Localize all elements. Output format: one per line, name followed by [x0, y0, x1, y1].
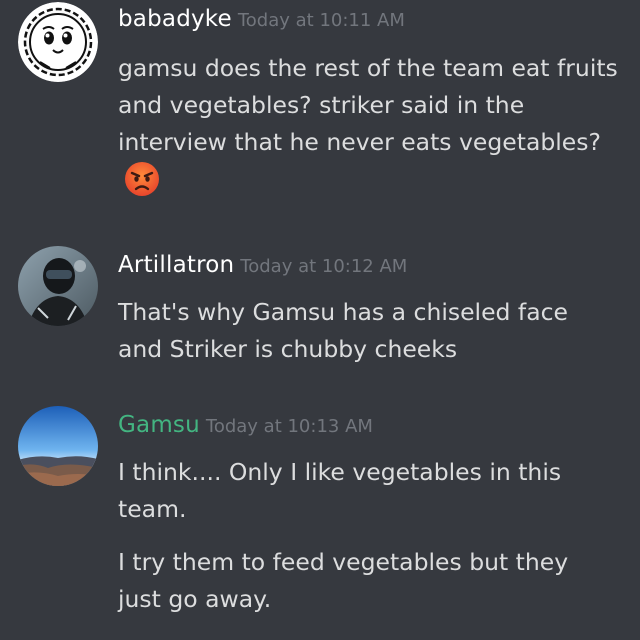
user-avatar[interactable]	[18, 2, 98, 82]
message-text: I try them to feed vegetables but they j…	[118, 544, 618, 618]
username[interactable]: Gamsu	[118, 412, 200, 438]
canyon-landscape-avatar-icon	[18, 406, 98, 486]
message-header: Gamsu Today at 10:13 AM	[118, 412, 373, 438]
message-group: Gamsu Today at 10:13 AM I think.... Only …	[0, 406, 640, 640]
message-text: That's why Gamsu has a chiseled face and…	[118, 294, 618, 368]
message-line: gamsu does the rest of the team eat frui…	[118, 54, 618, 156]
message-text: I think.... Only I like vegetables in th…	[118, 454, 618, 528]
message-text: gamsu does the rest of the team eat frui…	[118, 50, 618, 208]
timestamp: Today at 10:11 AM	[237, 10, 405, 31]
username[interactable]: babadyke	[118, 6, 232, 32]
timestamp: Today at 10:13 AM	[205, 416, 373, 437]
chat-messages: babadyke Today at 10:11 AM gamsu does the…	[0, 0, 640, 640]
message-line: I think.... Only I like vegetables in th…	[118, 458, 562, 523]
timestamp: Today at 10:12 AM	[240, 256, 408, 277]
message-line: I try them to feed vegetables but they j…	[118, 548, 569, 613]
user-avatar[interactable]	[18, 406, 98, 486]
message-header: babadyke Today at 10:11 AM	[118, 6, 405, 32]
cartoon-face-avatar-icon	[18, 2, 98, 82]
angry-face-emoji-icon	[124, 161, 160, 208]
helmet-rider-avatar-icon	[18, 246, 98, 326]
user-avatar[interactable]	[18, 246, 98, 326]
message-group: babadyke Today at 10:11 AM gamsu does the…	[0, 0, 640, 230]
message-group: Artillatron Today at 10:12 AM That's why …	[0, 246, 640, 386]
username[interactable]: Artillatron	[118, 252, 234, 278]
message-header: Artillatron Today at 10:12 AM	[118, 252, 407, 278]
message-line: That's why Gamsu has a chiseled face and…	[118, 298, 568, 363]
